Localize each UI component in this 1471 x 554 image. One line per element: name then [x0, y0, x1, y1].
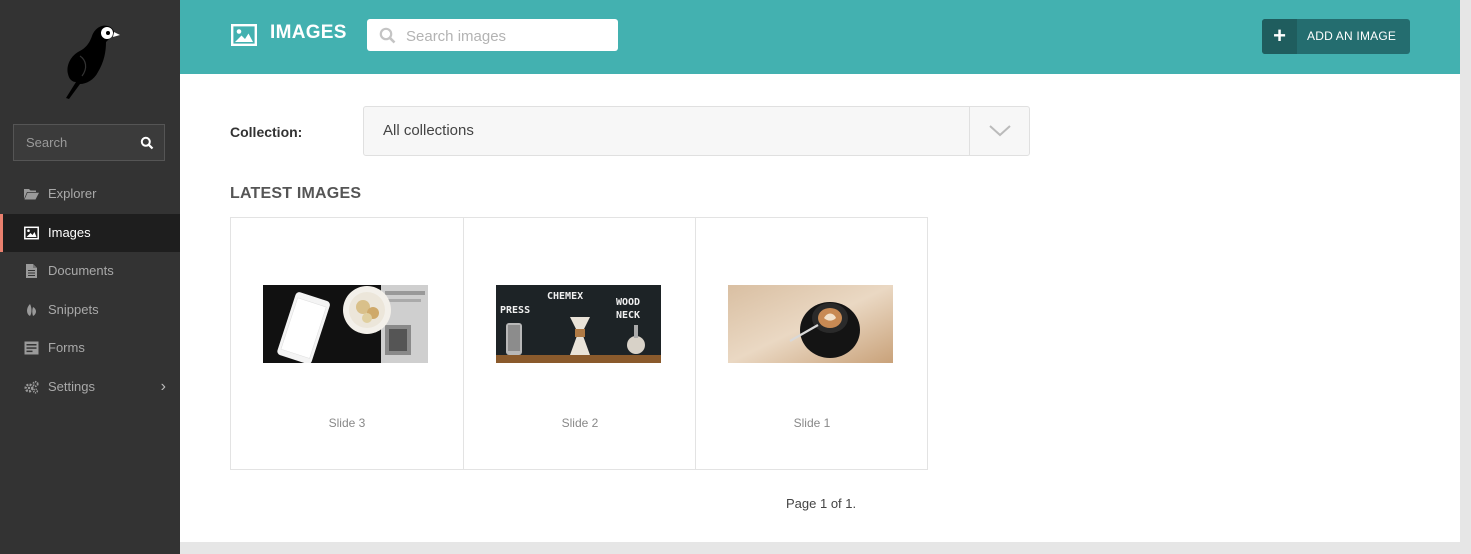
image-card[interactable]: CHEMEX PRESS WOOD NECK Slide 2: [463, 218, 696, 469]
thumb-text-press: PRESS: [500, 305, 530, 316]
sidebar-item-label: Explorer: [48, 186, 97, 201]
sidebar-item-snippets[interactable]: Snippets: [0, 291, 180, 330]
collection-selected-value: All collections: [383, 122, 474, 139]
sidebar-item-label: Forms: [48, 340, 85, 355]
search-icon: [379, 27, 396, 44]
image-grid: Slide 3 CHEMEX PRESS WOOD NECK Slide 2 S…: [230, 217, 928, 470]
add-image-label: ADD AN IMAGE: [1307, 29, 1397, 43]
snippet-icon: [27, 303, 36, 316]
add-image-button[interactable]: + ADD AN IMAGE: [1262, 19, 1410, 54]
image-search: [367, 19, 618, 53]
cogs-icon: [24, 380, 39, 394]
folder-icon: [24, 189, 39, 200]
thumb-text-neck: NECK: [616, 310, 640, 321]
pagination-info: Page 1 of 1.: [786, 496, 857, 511]
sidebar-search: [13, 124, 165, 161]
sidebar-menu: Explorer Images Documents Snippets Forms…: [0, 175, 180, 406]
plus-icon: +: [1262, 19, 1297, 54]
image-title: Slide 3: [328, 416, 366, 430]
image-thumbnail[interactable]: CHEMEX PRESS WOOD NECK: [496, 285, 661, 363]
sidebar-item-settings[interactable]: Settings ›: [0, 368, 180, 407]
image-title: Slide 1: [793, 416, 831, 430]
sidebar-item-label: Settings: [48, 378, 95, 394]
sidebar-item-label: Documents: [48, 263, 114, 278]
image-title: Slide 2: [561, 416, 599, 430]
image-icon: [231, 24, 257, 46]
page-title: IMAGES: [270, 22, 347, 43]
image-thumbnail[interactable]: [728, 285, 893, 363]
chevron-right-icon: ›: [160, 377, 166, 395]
thumb-text-wood: WOOD: [616, 297, 640, 308]
latest-images-heading: LATEST IMAGES: [230, 185, 362, 202]
sidebar-item-images[interactable]: Images: [0, 213, 180, 252]
sidebar-item-label: Snippets: [48, 301, 99, 317]
chevron-down-icon: [989, 125, 1011, 137]
search-icon[interactable]: [140, 136, 154, 150]
sidebar: Explorer Images Documents: [0, 0, 180, 554]
wagtail-logo[interactable]: [56, 22, 122, 100]
sidebar-item-label: Images: [48, 224, 91, 240]
image-card[interactable]: Slide 3: [231, 218, 463, 469]
image-icon: [24, 226, 39, 239]
image-thumbnail[interactable]: [263, 285, 428, 363]
page-header: IMAGES + ADD AN IMAGE: [180, 0, 1460, 74]
collection-label: Collection:: [230, 124, 303, 140]
document-icon: [26, 264, 37, 278]
sidebar-item-explorer[interactable]: Explorer: [0, 175, 180, 214]
collection-select-toggle[interactable]: [969, 107, 1029, 155]
form-icon: [24, 341, 39, 355]
sidebar-item-forms[interactable]: Forms: [0, 329, 180, 368]
image-search-input[interactable]: [404, 19, 613, 53]
thumb-text-chemex: CHEMEX: [547, 291, 583, 302]
collection-select[interactable]: All collections: [363, 106, 1030, 156]
sidebar-search-input[interactable]: [14, 125, 134, 160]
image-card[interactable]: Slide 1: [695, 218, 928, 469]
sidebar-item-documents[interactable]: Documents: [0, 252, 180, 291]
main-content: Collection: All collections LATEST IMAGE…: [180, 74, 1460, 542]
